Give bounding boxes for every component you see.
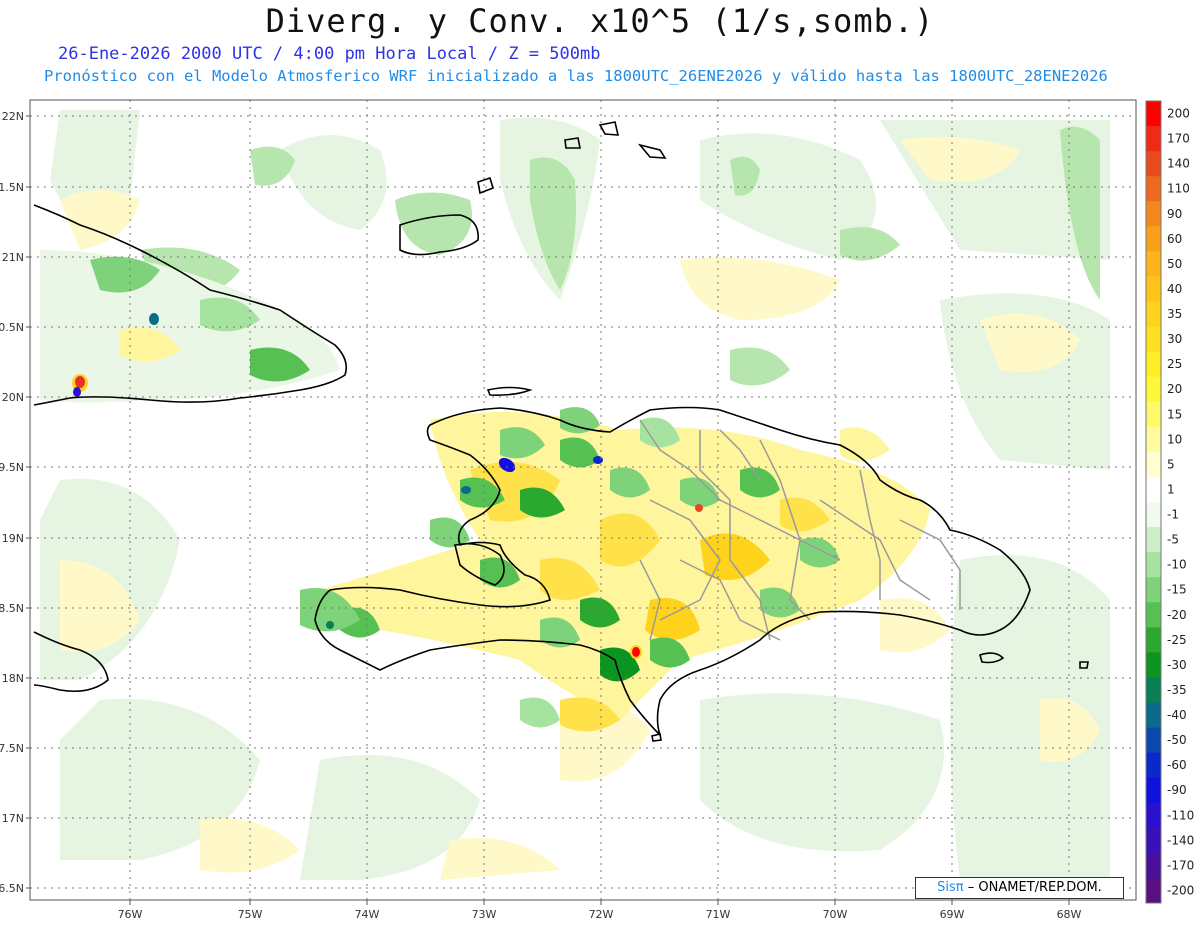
lat-label: 21N xyxy=(2,251,24,264)
lon-label: 69W xyxy=(940,908,965,921)
colorbar-label: 5 xyxy=(1167,457,1175,471)
lat-label: 20N xyxy=(2,391,24,404)
colorbar-label: 40 xyxy=(1167,282,1182,296)
colorbar-swatch xyxy=(1146,677,1161,703)
colorbar-label: -5 xyxy=(1167,533,1179,547)
colorbar-swatch xyxy=(1146,151,1161,177)
colorbar-label: -1 xyxy=(1167,508,1179,522)
colorbar-swatch xyxy=(1146,351,1161,378)
colorbar-label: -40 xyxy=(1167,708,1187,722)
colorbar-label: 20 xyxy=(1167,382,1182,396)
colorbar-swatch xyxy=(1146,376,1161,403)
colorbar-swatch xyxy=(1146,101,1161,127)
colorbar-label: 15 xyxy=(1167,407,1182,421)
credit-text: – ONAMET/REP.DOM. xyxy=(967,880,1102,895)
colorbar-swatch xyxy=(1146,276,1161,302)
latitude-labels: 22N 1.5N 21N 0.5N 20N 9.5N 19N 8.5N 18N … xyxy=(0,110,24,895)
lat-label: 17N xyxy=(2,812,24,825)
lon-label: 74W xyxy=(355,908,380,921)
colorbar-swatch xyxy=(1146,251,1161,277)
colorbar-swatch xyxy=(1146,752,1161,779)
colorbar-label: 10 xyxy=(1167,432,1182,446)
colorbar-label: 60 xyxy=(1167,232,1182,246)
colorbar-swatch xyxy=(1146,226,1161,252)
colorbar-label: 50 xyxy=(1167,257,1182,271)
colorbar-swatch xyxy=(1146,802,1161,829)
colorbar-swatch xyxy=(1146,877,1161,904)
colorbar-swatch xyxy=(1146,451,1161,478)
longitude-labels: 76W 75W 74W 73W 72W 71W 70W 69W 68W xyxy=(118,908,1082,921)
colorbar-label: -170 xyxy=(1167,858,1194,872)
colorbar-label: -20 xyxy=(1167,608,1187,622)
lat-label: 22N xyxy=(2,110,24,123)
colorbar-swatch xyxy=(1146,852,1161,879)
lon-label: 71W xyxy=(706,908,731,921)
colorbar-swatch xyxy=(1146,301,1161,327)
colorbar-swatch xyxy=(1146,527,1161,553)
colorbar-swatch xyxy=(1146,627,1161,653)
colorbar-label: -200 xyxy=(1167,883,1194,897)
colorbar-swatch xyxy=(1146,426,1161,453)
lat-label: 1.5N xyxy=(0,181,24,194)
lon-label: 75W xyxy=(238,908,263,921)
colorbar-swatch xyxy=(1146,602,1161,628)
colorbar-label: 1 xyxy=(1167,482,1175,496)
colorbar-label: -15 xyxy=(1167,583,1187,597)
colorbar-swatch xyxy=(1146,502,1161,528)
colorbar-label: 30 xyxy=(1167,332,1182,346)
lat-label: 0.5N xyxy=(0,321,24,334)
colorbar-label: 140 xyxy=(1167,157,1190,171)
lon-label: 73W xyxy=(472,908,497,921)
colorbar-label: 200 xyxy=(1167,107,1190,121)
colorbar-swatch xyxy=(1146,126,1161,152)
sispi-logo: Sisπ xyxy=(937,880,964,895)
colorbar-swatch xyxy=(1146,827,1161,854)
lon-label: 68W xyxy=(1057,908,1082,921)
colorbar-label: 25 xyxy=(1167,357,1182,371)
lat-label: 18N xyxy=(2,672,24,685)
colorbar-swatch xyxy=(1146,727,1161,754)
colorbar-swatch xyxy=(1146,552,1161,578)
lat-label: 19N xyxy=(2,532,24,545)
colorbar: 200 170 140 110 90 60 50 40 35 30 25 20 15 10 5 1 -1 -5 -1… xyxy=(1145,100,1194,904)
colorbar-label: 110 xyxy=(1167,182,1190,196)
colorbar-label: -60 xyxy=(1167,758,1187,772)
colorbar-swatch xyxy=(1146,326,1161,353)
colorbar-label: -10 xyxy=(1167,558,1187,572)
colorbar-swatch xyxy=(1146,201,1161,227)
colorbar-swatch xyxy=(1146,702,1161,728)
colorbar-label: 35 xyxy=(1167,307,1182,321)
colorbar-label: -25 xyxy=(1167,633,1187,647)
lat-label: 9.5N xyxy=(0,461,24,474)
colorbar-label: 90 xyxy=(1167,207,1182,221)
colorbar-swatch xyxy=(1146,176,1161,202)
colorbar-swatch xyxy=(1146,401,1161,428)
credit-box: Sisπ – ONAMET/REP.DOM. xyxy=(915,877,1124,899)
lat-label: 6.5N xyxy=(0,882,24,895)
lon-label: 76W xyxy=(118,908,143,921)
lat-label: 8.5N xyxy=(0,602,24,615)
colorbar-label: -30 xyxy=(1167,658,1187,672)
colorbar-swatch xyxy=(1146,777,1161,804)
colorbar-label: -110 xyxy=(1167,808,1194,822)
colorbar-swatch xyxy=(1146,476,1161,503)
colorbar-label: -50 xyxy=(1167,733,1187,747)
colorbar-label: -35 xyxy=(1167,683,1187,697)
lon-label: 72W xyxy=(589,908,614,921)
colorbar-swatch xyxy=(1146,577,1161,603)
lon-label: 70W xyxy=(823,908,848,921)
colorbar-label: 170 xyxy=(1167,132,1190,146)
colorbar-swatch xyxy=(1146,652,1161,678)
lat-label: 7.5N xyxy=(0,742,24,755)
colorbar-label: -90 xyxy=(1167,783,1187,797)
colorbar-label: -140 xyxy=(1167,833,1194,847)
divergence-map xyxy=(30,100,1136,900)
